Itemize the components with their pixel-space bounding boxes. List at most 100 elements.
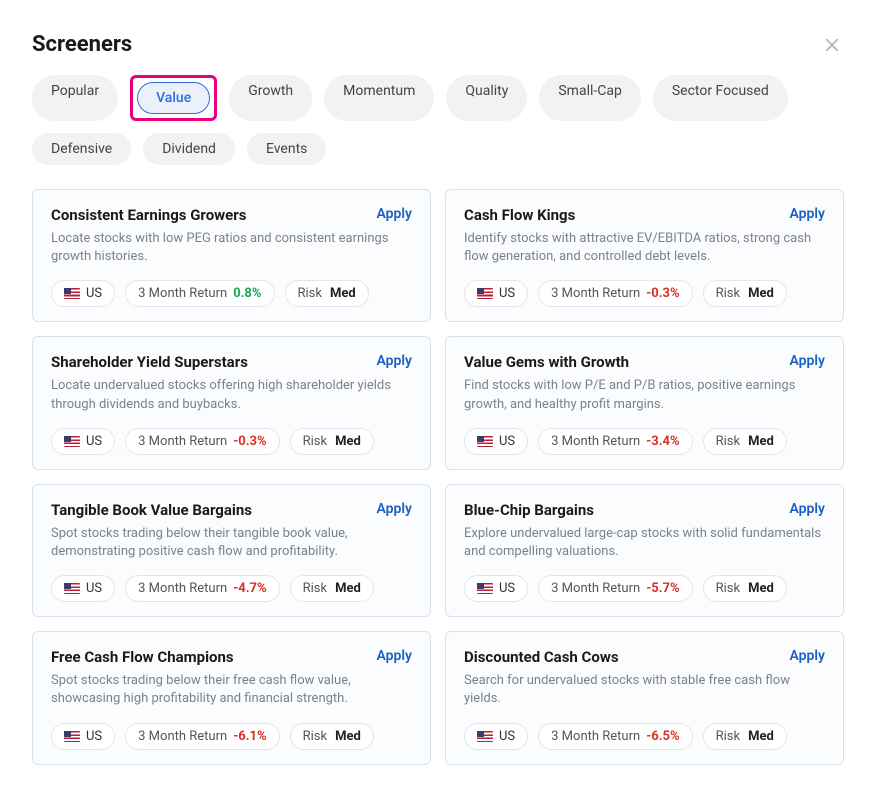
- return-value: -4.7%: [233, 581, 266, 596]
- return-pill: 3 Month Return -4.7%: [125, 575, 279, 602]
- tab-quality[interactable]: Quality: [446, 75, 527, 121]
- apply-button[interactable]: Apply: [376, 206, 412, 222]
- return-value: 0.8%: [233, 286, 261, 301]
- page-title: Screeners: [32, 32, 132, 57]
- screener-title: Free Cash Flow Champions: [51, 648, 234, 666]
- screener-card: Value Gems with Growth Apply Find stocks w…: [445, 336, 844, 469]
- screener-grid: Consistent Earnings Growers Apply Locate s…: [32, 189, 844, 765]
- screener-card: Blue-Chip BargainsApplyExplore undervalu…: [445, 484, 844, 617]
- apply-button[interactable]: Apply: [376, 353, 412, 369]
- apply-button[interactable]: Apply: [789, 648, 825, 664]
- return-label: 3 Month Return: [138, 729, 227, 744]
- return-pill: 3 Month Return -6.5%: [538, 723, 692, 750]
- close-button[interactable]: [820, 33, 844, 57]
- region-pill: US: [51, 723, 115, 750]
- screener-title: Tangible Book Value Bargains: [51, 501, 252, 519]
- risk-label: Risk: [716, 729, 740, 744]
- risk-value: Med: [748, 729, 774, 744]
- screener-title: Consistent Earnings Growers: [51, 206, 246, 224]
- risk-label: Risk: [303, 434, 327, 449]
- pill-row: US3 Month Return -4.7%Risk Med: [51, 575, 412, 602]
- region-label: US: [499, 286, 515, 301]
- risk-value: Med: [335, 729, 361, 744]
- apply-button[interactable]: Apply: [789, 206, 825, 222]
- us-flag-icon: [64, 288, 80, 299]
- risk-pill: Risk Med: [703, 280, 787, 307]
- tab-events[interactable]: Events: [247, 133, 326, 165]
- region-label: US: [86, 286, 102, 301]
- screener-card: Consistent Earnings Growers Apply Locate s…: [32, 189, 431, 322]
- region-pill: US: [51, 575, 115, 602]
- return-pill: 3 Month Return -5.7%: [538, 575, 692, 602]
- region-pill: US: [464, 575, 528, 602]
- screener-description: Find stocks with low P/E and P/B ratios,…: [464, 377, 825, 413]
- pill-row: US 3 Month Return -0.3% Risk Med: [51, 428, 412, 455]
- region-label: US: [499, 581, 515, 596]
- region-pill: US: [464, 723, 528, 750]
- return-label: 3 Month Return: [551, 581, 640, 596]
- tab-momentum[interactable]: Momentum: [324, 75, 434, 121]
- pill-row: US 3 Month Return -6.5% Risk Med: [464, 723, 825, 750]
- apply-button[interactable]: Apply: [376, 648, 412, 664]
- region-label: US: [86, 729, 102, 744]
- risk-label: Risk: [303, 581, 327, 596]
- risk-value: Med: [748, 434, 774, 449]
- active-tab-highlight: Value: [130, 75, 217, 121]
- risk-pill: Risk Med: [703, 575, 787, 602]
- risk-pill: Risk Med: [703, 723, 787, 750]
- risk-pill: Risk Med: [290, 428, 374, 455]
- pill-row: US 3 Month Return -3.4% Risk Med: [464, 428, 825, 455]
- region-pill: US: [464, 428, 528, 455]
- screener-card: Shareholder Yield Superstars Apply Locate …: [32, 336, 431, 469]
- return-label: 3 Month Return: [138, 434, 227, 449]
- region-pill: US: [51, 428, 115, 455]
- tab-popular[interactable]: Popular: [32, 75, 118, 121]
- screener-card: Discounted Cash Cows Apply Search for unde…: [445, 631, 844, 764]
- tab-defensive[interactable]: Defensive: [32, 133, 131, 165]
- screener-title: Cash Flow Kings: [464, 206, 575, 224]
- apply-button[interactable]: Apply: [789, 501, 825, 517]
- screener-title: Blue-Chip Bargains: [464, 501, 594, 519]
- screener-title: Discounted Cash Cows: [464, 648, 619, 666]
- screener-description: Search for undervalued stocks with stabl…: [464, 672, 825, 708]
- screener-title: Value Gems with Growth: [464, 353, 629, 371]
- return-value: -5.7%: [646, 581, 679, 596]
- region-label: US: [86, 434, 102, 449]
- return-pill: 3 Month Return -0.3%: [125, 428, 279, 455]
- return-pill: 3 Month Return -6.1%: [125, 723, 279, 750]
- screener-card: Free Cash Flow Champions Apply Spot stocks…: [32, 631, 431, 764]
- tab-dividend[interactable]: Dividend: [143, 133, 235, 165]
- risk-label: Risk: [716, 581, 740, 596]
- apply-button[interactable]: Apply: [789, 353, 825, 369]
- tab-value[interactable]: Value: [137, 82, 210, 114]
- risk-label: Risk: [303, 729, 327, 744]
- apply-button[interactable]: Apply: [376, 501, 412, 517]
- risk-label: Risk: [716, 286, 740, 301]
- tab-growth[interactable]: Growth: [229, 75, 312, 121]
- risk-label: Risk: [716, 434, 740, 449]
- return-pill: 3 Month Return 0.8%: [125, 280, 274, 307]
- screener-description: Spot stocks trading below their free cas…: [51, 672, 412, 708]
- us-flag-icon: [64, 583, 80, 594]
- risk-pill: Risk Med: [290, 723, 374, 750]
- screener-description: Locate stocks with low PEG ratios and co…: [51, 230, 412, 266]
- return-value: -3.4%: [646, 434, 679, 449]
- category-tabs: Popular Value Growth Momentum Quality Small-C…: [32, 75, 844, 165]
- return-label: 3 Month Return: [551, 729, 640, 744]
- return-value: -0.3%: [233, 434, 266, 449]
- return-pill: 3 Month Return -3.4%: [538, 428, 692, 455]
- pill-row: US3 Month Return 0.8%Risk Med: [51, 280, 412, 307]
- screener-card: Cash Flow KingsApplyIdentify stocks with…: [445, 189, 844, 322]
- us-flag-icon: [477, 288, 493, 299]
- return-value: -6.5%: [646, 729, 679, 744]
- risk-label: Risk: [298, 286, 322, 301]
- tab-sector-focused[interactable]: Sector Focused: [653, 75, 788, 121]
- us-flag-icon: [64, 436, 80, 447]
- screener-description: Locate undervalued stocks offering high …: [51, 377, 412, 413]
- us-flag-icon: [477, 436, 493, 447]
- screener-card: Tangible Book Value BargainsApplySpot st…: [32, 484, 431, 617]
- return-value: -6.1%: [233, 729, 266, 744]
- screener-title: Shareholder Yield Superstars: [51, 353, 248, 371]
- tab-small-cap[interactable]: Small-Cap: [539, 75, 640, 121]
- us-flag-icon: [477, 731, 493, 742]
